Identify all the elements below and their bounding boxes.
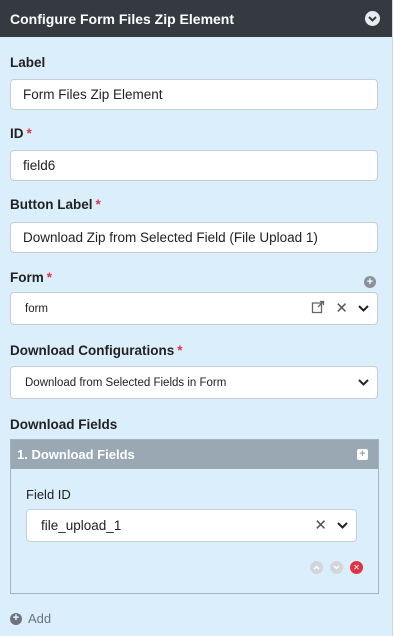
move-up-icon[interactable] [310, 561, 323, 574]
external-link-icon[interactable] [311, 300, 325, 317]
required-marker: * [46, 270, 53, 285]
label-input[interactable]: Form Files Zip Element [10, 79, 378, 110]
add-button[interactable]: + Add [10, 611, 51, 626]
download-fields-label: Download Fields [10, 417, 118, 432]
row-actions: ✕ [310, 561, 363, 574]
required-marker: * [26, 126, 32, 141]
download-config-field-label: Download Configurations * [10, 343, 183, 358]
button-label-field-label: Button Label * [10, 197, 101, 212]
config-panel: Configure Form Files Zip Element Label F… [0, 0, 393, 636]
id-field-label: ID * [10, 126, 32, 141]
chevron-down-icon[interactable] [365, 11, 380, 26]
move-down-icon[interactable] [330, 561, 343, 574]
chevron-down-icon[interactable] [358, 379, 369, 386]
expand-icon[interactable]: + [357, 449, 368, 460]
clear-icon[interactable]: ✕ [335, 301, 348, 316]
form-field-label: Form * [10, 270, 53, 285]
add-form-icon[interactable]: + [364, 276, 376, 288]
form-select[interactable]: form ✕ [10, 292, 378, 325]
required-marker: * [95, 197, 101, 212]
label-field-label: Label [10, 55, 46, 70]
group-title: 1. Download Fields [17, 447, 135, 462]
panel-header[interactable]: Configure Form Files Zip Element [0, 0, 392, 37]
form-select-value: form [25, 302, 48, 315]
field-id-value: file_upload_1 [41, 518, 122, 533]
chevron-down-icon[interactable] [337, 522, 348, 529]
field-id-label: Field ID [26, 487, 71, 502]
download-config-select[interactable]: Download from Selected Fields in Form [10, 366, 378, 399]
download-fields-group: 1. Download Fields + Field ID file_uploa… [10, 439, 379, 594]
panel-title: Configure Form Files Zip Element [10, 10, 235, 27]
id-input[interactable]: field6 [10, 150, 378, 181]
button-label-input[interactable]: Download Zip from Selected Field (File U… [10, 222, 378, 253]
chevron-down-icon[interactable] [358, 305, 369, 312]
group-header[interactable]: 1. Download Fields + [11, 440, 378, 469]
required-marker: * [177, 343, 183, 358]
plus-icon: + [10, 612, 22, 625]
add-label: Add [28, 611, 52, 626]
field-id-select[interactable]: file_upload_1 ✕ [26, 509, 357, 542]
download-config-value: Download from Selected Fields in Form [25, 376, 227, 389]
clear-icon[interactable]: ✕ [314, 518, 327, 533]
remove-icon[interactable]: ✕ [350, 561, 363, 574]
